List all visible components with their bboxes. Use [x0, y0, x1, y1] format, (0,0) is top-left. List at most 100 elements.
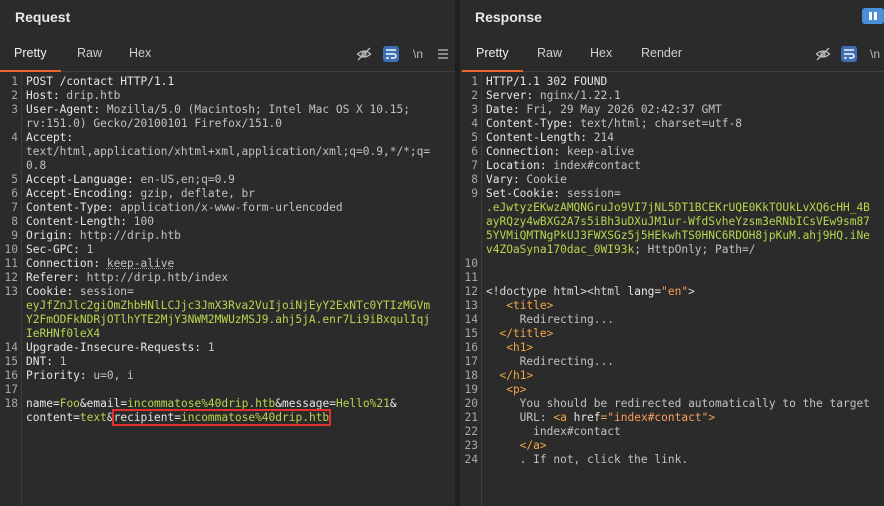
code-line: 18 name=Foo&email=incommatose%40drip.htb&… [0, 397, 455, 411]
code-token: Accept-Encoding: [26, 187, 141, 200]
response-tab-render[interactable]: Render [627, 36, 696, 72]
code-line: v4ZOaSyna170dac_0WI93k; HttpOnly; Path=/ [460, 243, 884, 257]
code-token: Connection: [26, 257, 107, 270]
code-token: You should be redirected automatically t… [486, 397, 870, 410]
line-text: <h1> [486, 341, 533, 355]
code-token: Priority: [26, 369, 94, 382]
wrap-icon[interactable] [383, 46, 399, 62]
line-number: 23 [464, 439, 478, 452]
line-number: 14 [4, 341, 18, 354]
line-number: 11 [4, 257, 18, 270]
line-text: Vary: Cookie [486, 173, 567, 187]
request-editor[interactable]: 1 POST /contact HTTP/1.1 2 Host: drip.htb 3 U… [0, 73, 455, 506]
line-text: name=Foo&email=incommatose%40drip.htb&me… [26, 397, 397, 411]
code-token: incommatose%40drip.htb [127, 397, 276, 410]
line-number: 2 [11, 89, 18, 102]
code-token: > [708, 411, 716, 424]
code-token: Date: [486, 103, 527, 116]
line-number: 22 [464, 425, 478, 438]
line-number: 10 [464, 257, 478, 270]
line-number: 9 [11, 229, 18, 242]
response-tab-raw[interactable]: Raw [523, 36, 576, 72]
line-text: <title> [486, 299, 553, 313]
line-number: 9 [471, 187, 478, 200]
line-text: IeRHNf0leX4 [26, 327, 100, 341]
code-token: Hello%21 [335, 397, 390, 410]
code-token: Mozilla/5.0 (Macintosh; Intel Mac OS X 1… [106, 103, 410, 116]
response-tab-hex[interactable]: Hex [576, 36, 626, 72]
code-token: Set-Cookie: [486, 187, 567, 200]
line-text: Server: nginx/1.22.1 [486, 89, 621, 103]
code-line: 7 Location: index#contact [460, 159, 884, 173]
code-token: 1 [59, 355, 67, 368]
code-line: 10 Sec-GPC: 1 [0, 243, 455, 257]
newline-icon[interactable]: \n [410, 46, 426, 62]
code-token: Content-Type: [486, 117, 581, 130]
line-number: 12 [464, 285, 478, 298]
code-line: eyJfZnJlc2giOmZhbHNlLCJjc3JmX3Rva2VuIjoi… [0, 299, 455, 313]
line-number: 5 [471, 131, 478, 144]
code-token: Redirecting... [486, 355, 614, 368]
code-token: = [52, 397, 60, 410]
code-token: 1 [86, 243, 94, 256]
code-token: email [86, 397, 121, 410]
request-tab-raw[interactable]: Raw [63, 36, 116, 72]
line-text: Accept-Language: en-US,en;q=0.9 [26, 173, 235, 187]
code-token: ; HttpOnly; Path=/ [634, 243, 756, 256]
code-line: 4 Content-Type: text/html; charset=utf-8 [460, 117, 884, 131]
line-text: .eJwtyzEKwzAMQNGruJo9VI7jNL5DT1BCEKrUQE0… [486, 201, 870, 215]
split-layout-icon[interactable] [862, 8, 884, 24]
code-token: lang [627, 285, 655, 298]
line-text: DNT: 1 [26, 355, 66, 369]
line-number: 12 [4, 271, 18, 284]
code-line: 6 Accept-Encoding: gzip, deflate, br [0, 187, 455, 201]
code-line: 2 Server: nginx/1.22.1 [460, 89, 884, 103]
highlighted-param: recipient=incommatose%40drip.htb [111, 409, 332, 426]
response-tabbar: Pretty Raw Hex Render \n [460, 36, 884, 72]
request-tab-hex[interactable]: Hex [115, 36, 165, 72]
line-text: ayRQzy4wBXG2A7s5iBh3uDXuJM1ur-WfdSvheYzs… [486, 215, 870, 229]
code-token: drip.htb [66, 89, 121, 102]
code-token: index#contact [553, 159, 641, 172]
code-line: 8 Vary: Cookie [460, 173, 884, 187]
code-token: Y2FmODFkNDRjOTlhYTE2MjY3NWM2MWUzMSJ9.ahj… [26, 313, 431, 326]
code-line: 9 Set-Cookie: session= [460, 187, 884, 201]
line-text: Content-Length: 214 [486, 131, 614, 145]
wrap-icon[interactable] [841, 46, 857, 62]
code-line: Y2FmODFkNDRjOTlhYTE2MjY3NWM2MWUzMSJ9.ahj… [0, 313, 455, 327]
menu-icon[interactable] [435, 46, 451, 62]
line-text: Redirecting... [486, 313, 614, 327]
newline-icon[interactable]: \n [867, 46, 883, 62]
code-token: message [282, 397, 330, 410]
code-line: IeRHNf0leX4 [0, 327, 455, 341]
eye-off-icon[interactable] [356, 46, 372, 62]
code-token: </h1> [499, 369, 534, 382]
code-token: 1 [207, 341, 215, 354]
code-token: <title> [506, 299, 554, 312]
response-tab-pretty[interactable]: Pretty [462, 36, 523, 72]
eye-off-icon[interactable] [815, 46, 831, 62]
code-token: Cookie [526, 173, 567, 186]
line-text: 0.8 [26, 159, 46, 173]
line-text: Date: Fri, 29 May 2026 02:42:37 GMT [486, 103, 722, 117]
code-line: 3 Date: Fri, 29 May 2026 02:42:37 GMT [460, 103, 884, 117]
code-token: Origin: [26, 229, 80, 242]
code-token: </a> [519, 439, 547, 452]
request-tab-pretty[interactable]: Pretty [0, 36, 61, 72]
line-number: 20 [464, 397, 478, 410]
code-token: Referer: [26, 271, 87, 284]
code-token: = [329, 397, 336, 410]
code-token: . If not, click the link. [486, 453, 689, 466]
code-token: Server: [486, 89, 540, 102]
line-text: content=text&recipient=incommatose%40dri… [26, 409, 332, 426]
code-token: & [389, 397, 397, 410]
line-number: 10 [4, 243, 18, 256]
request-title: Request [15, 9, 71, 25]
code-token: User-Agent: [26, 103, 107, 116]
code-line: 16 <h1> [460, 341, 884, 355]
response-editor[interactable]: 1 HTTP/1.1 302 FOUND 2 Server: nginx/1.22.1… [460, 73, 884, 506]
line-text: Set-Cookie: session= [486, 187, 621, 201]
line-number: 1 [11, 75, 18, 88]
